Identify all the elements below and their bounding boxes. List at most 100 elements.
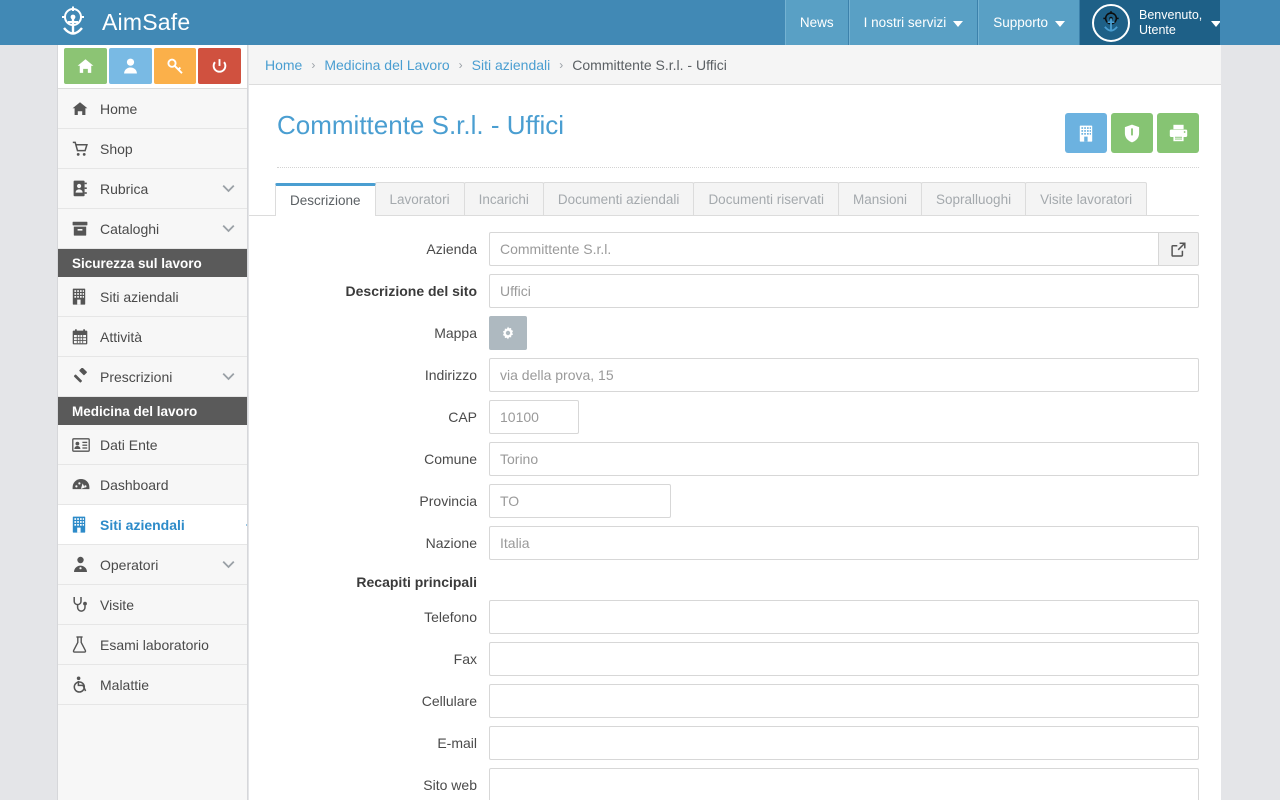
- sidebar-item-label: Shop: [100, 140, 133, 157]
- page-header: Committente S.r.l. - Uffici: [249, 85, 1221, 153]
- sidebar-item-attivita[interactable]: Attività: [58, 317, 247, 357]
- chevron-down-icon: [222, 372, 235, 381]
- email-input[interactable]: [489, 726, 1199, 760]
- topnav-item-servizi[interactable]: I nostri servizi: [848, 0, 979, 45]
- wheelchair-icon: [72, 676, 96, 693]
- form-row-cellulare: Cellulare: [277, 684, 1199, 718]
- cart-icon: [72, 141, 96, 157]
- form-row-azienda: Azienda: [277, 232, 1199, 266]
- comune-input[interactable]: [489, 442, 1199, 476]
- azienda-open-button[interactable]: [1159, 232, 1199, 266]
- sidebar-item-dati-ente[interactable]: Dati Ente: [58, 425, 247, 465]
- quick-action-home-button[interactable]: [64, 48, 107, 84]
- form-row-indirizzo: Indirizzo: [277, 358, 1199, 392]
- sidebar-item-esami-laboratorio[interactable]: Esami laboratorio: [58, 625, 247, 665]
- sidebar-item-visite[interactable]: Visite: [58, 585, 247, 625]
- topnav-label: I nostri servizi: [863, 15, 947, 30]
- form-row-telefono: Telefono: [277, 600, 1199, 634]
- sidebar-item-label: Dashboard: [100, 476, 169, 493]
- sidebar-item-operatori[interactable]: Operatori: [58, 545, 247, 585]
- tab-documenti-aziendali[interactable]: Documenti aziendali: [542, 182, 695, 215]
- tab-visite-lavoratori[interactable]: Visite lavoratori: [1025, 182, 1148, 215]
- tab-documenti-riservati[interactable]: Documenti riservati: [693, 182, 839, 215]
- sidebar-item-malattie[interactable]: Malattie: [58, 665, 247, 705]
- quick-action-permissions-button[interactable]: [153, 48, 197, 84]
- user-menu[interactable]: Benvenuto, Utente: [1080, 0, 1222, 45]
- gear-icon: [501, 326, 515, 340]
- cap-input[interactable]: [489, 400, 579, 434]
- nazione-input[interactable]: [489, 526, 1199, 560]
- quick-action-profile-button[interactable]: [108, 48, 152, 84]
- sidebar-item-label: Siti aziendali: [100, 516, 185, 533]
- tab-incarichi[interactable]: Incarichi: [463, 182, 544, 215]
- sidebar-item-rubrica[interactable]: Rubrica: [58, 169, 247, 209]
- quick-actions-bar: [58, 45, 247, 89]
- sidebar-item-label: Esami laboratorio: [100, 636, 209, 653]
- sidebar-item-cataloghi[interactable]: Cataloghi: [58, 209, 247, 249]
- tab-mansioni[interactable]: Mansioni: [837, 182, 923, 215]
- sidebar-item-label: Cataloghi: [100, 220, 160, 237]
- topnav-label: News: [799, 15, 834, 30]
- provincia-input[interactable]: [489, 484, 671, 518]
- breadcrumb-link-home[interactable]: Home: [265, 57, 302, 73]
- topnav-item-supporto[interactable]: Supporto: [978, 0, 1080, 45]
- sidebar-item-dashboard[interactable]: Dashboard: [58, 465, 247, 505]
- sito-web-input[interactable]: [489, 768, 1199, 800]
- active-pointer-icon: [246, 510, 247, 539]
- topnav-item-news[interactable]: News: [784, 0, 849, 45]
- section-title: Recapiti principali: [356, 574, 477, 590]
- topbar-filler: [1220, 0, 1280, 45]
- home-icon: [72, 101, 96, 117]
- brand[interactable]: AimSafe: [0, 0, 190, 45]
- sidebar-item-siti-aziendali[interactable]: Siti aziendali: [58, 505, 247, 545]
- top-navigation: News I nostri servizi Supporto Benvenuto…: [784, 0, 1280, 45]
- mappa-settings-button[interactable]: [489, 316, 527, 350]
- sidebar-item-home[interactable]: Home: [58, 89, 247, 129]
- label-telefono: Telefono: [424, 609, 477, 625]
- tab-lavoratori[interactable]: Lavoratori: [374, 182, 465, 215]
- sidebar: Home Shop Rubrica Cataloghi Sicurezza su…: [58, 45, 248, 800]
- sidebar-item-label: Prescrizioni: [100, 368, 173, 385]
- fax-input[interactable]: [489, 642, 1199, 676]
- form-row-provincia: Provincia: [277, 484, 1199, 518]
- sidebar-item-siti-aziendali-sicurezza[interactable]: Siti aziendali: [58, 277, 247, 317]
- sidebar-item-label: Malattie: [100, 676, 150, 693]
- sidebar-item-prescrizioni[interactable]: Prescrizioni: [58, 357, 247, 397]
- label-fax: Fax: [453, 651, 477, 667]
- building-icon: [1079, 125, 1093, 142]
- power-icon: [211, 58, 228, 75]
- breadcrumb-current: Committente S.r.l. - Uffici: [572, 56, 727, 73]
- print-button[interactable]: [1157, 113, 1199, 153]
- azienda-input[interactable]: [489, 232, 1159, 266]
- content-panel: Committente S.r.l. - Uffici Descrizione …: [249, 85, 1221, 800]
- cellulare-input[interactable]: [489, 684, 1199, 718]
- left-gutter: [0, 45, 58, 800]
- tab-descrizione[interactable]: Descrizione: [275, 183, 376, 216]
- flask-icon: [72, 636, 96, 653]
- safety-button[interactable]: [1111, 113, 1153, 153]
- form-row-nazione: Nazione: [277, 526, 1199, 560]
- label-email: E-mail: [437, 735, 477, 751]
- dashboard-icon: [72, 478, 96, 492]
- site-button[interactable]: [1065, 113, 1107, 153]
- gavel-icon: [72, 368, 96, 385]
- breadcrumb: Home › Medicina del Lavoro › Siti aziend…: [249, 45, 1221, 85]
- form-row-cap: CAP: [277, 400, 1199, 434]
- breadcrumb-link-siti[interactable]: Siti aziendali: [472, 57, 551, 73]
- indirizzo-input[interactable]: [489, 358, 1199, 392]
- brand-name: AimSafe: [102, 9, 191, 35]
- section-recapiti-principali: Recapiti principali: [277, 574, 1199, 590]
- descrizione-sito-input[interactable]: [489, 274, 1199, 308]
- breadcrumb-separator-icon: ›: [458, 57, 463, 72]
- telefono-input[interactable]: [489, 600, 1199, 634]
- main-content: Home › Medicina del Lavoro › Siti aziend…: [249, 45, 1280, 800]
- sidebar-header-sicurezza: Sicurezza sul lavoro: [58, 249, 247, 277]
- calendar-icon: [72, 328, 96, 345]
- breadcrumb-link-medicina[interactable]: Medicina del Lavoro: [324, 57, 449, 73]
- sidebar-item-label: Visite: [100, 596, 134, 613]
- shield-icon: [1124, 124, 1140, 143]
- sidebar-item-shop[interactable]: Shop: [58, 129, 247, 169]
- tab-sopralluoghi[interactable]: Sopralluoghi: [921, 182, 1027, 215]
- form-row-email: E-mail: [277, 726, 1199, 760]
- quick-action-logout-button[interactable]: [198, 48, 241, 84]
